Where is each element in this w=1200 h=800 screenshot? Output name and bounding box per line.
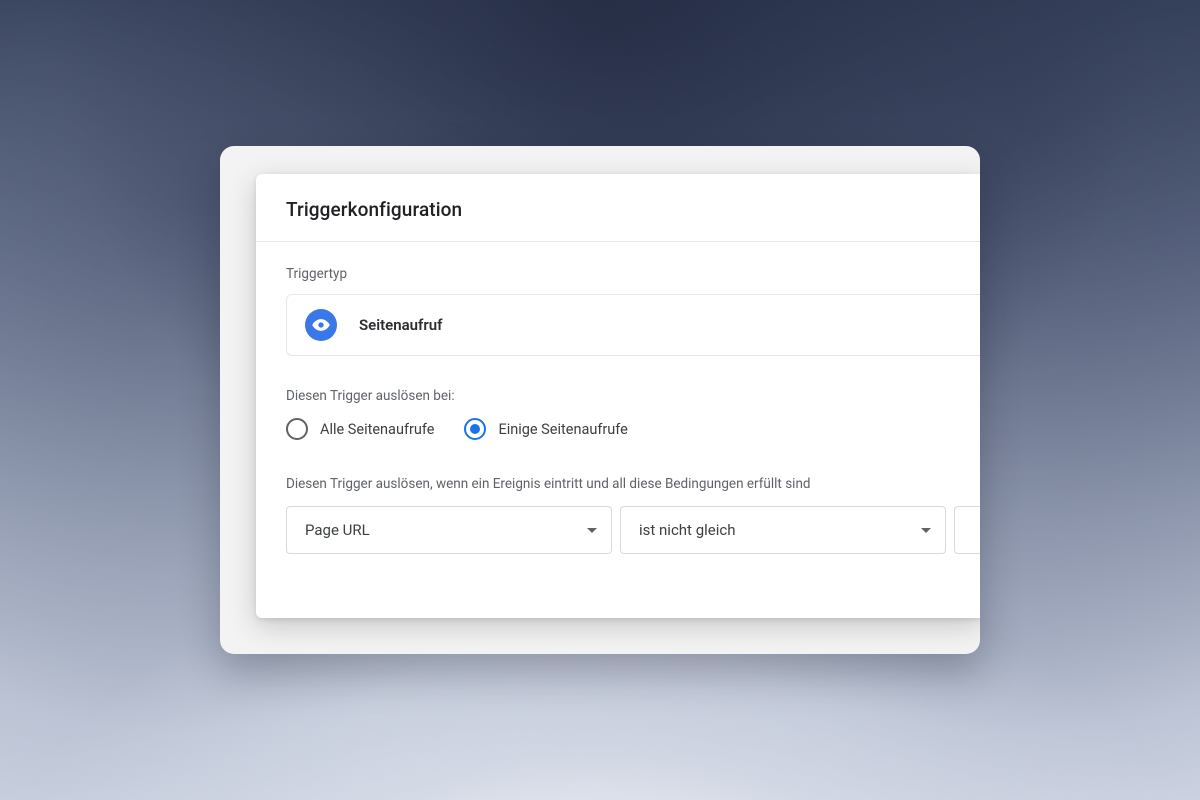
chevron-down-icon: [587, 528, 597, 533]
radio-indicator: [286, 418, 308, 440]
condition-section: Diesen Trigger auslösen, wenn ein Ereign…: [256, 476, 980, 554]
trigger-type-label: Triggertyp: [286, 266, 952, 282]
trigger-type-selector[interactable]: Seitenaufruf: [286, 294, 980, 356]
fire-on-section: Diesen Trigger auslösen bei: Alle Seiten…: [256, 388, 980, 440]
radio-indicator: [464, 418, 486, 440]
modal-backdrop-card: Triggerkonfiguration Triggertyp Seitenau…: [220, 146, 980, 654]
trigger-type-name: Seitenaufruf: [359, 316, 442, 334]
fire-on-radio-group: Alle Seitenaufrufe Einige Seitenaufrufe: [286, 418, 952, 440]
condition-operator-select[interactable]: ist nicht gleich: [620, 506, 946, 554]
trigger-config-panel: Triggerkonfiguration Triggertyp Seitenau…: [256, 174, 980, 618]
radio-some-pageviews[interactable]: Einige Seitenaufrufe: [464, 418, 627, 440]
radio-all-pageviews[interactable]: Alle Seitenaufrufe: [286, 418, 434, 440]
condition-row: Page URL ist nicht gleich: [286, 506, 980, 554]
panel-title: Triggerkonfiguration: [286, 198, 952, 221]
radio-label: Alle Seitenaufrufe: [320, 421, 434, 438]
trigger-type-section: Triggertyp Seitenaufruf: [256, 266, 980, 356]
condition-variable-select[interactable]: Page URL: [286, 506, 612, 554]
fire-on-label: Diesen Trigger auslösen bei:: [286, 388, 952, 404]
select-value: ist nicht gleich: [639, 521, 735, 539]
panel-header: Triggerkonfiguration: [256, 174, 980, 242]
radio-label: Einige Seitenaufrufe: [498, 421, 627, 438]
eye-icon: [305, 309, 337, 341]
chevron-down-icon: [921, 528, 931, 533]
select-value: Page URL: [305, 521, 370, 539]
condition-label: Diesen Trigger auslösen, wenn ein Ereign…: [286, 476, 952, 492]
condition-value-input[interactable]: [954, 506, 980, 554]
